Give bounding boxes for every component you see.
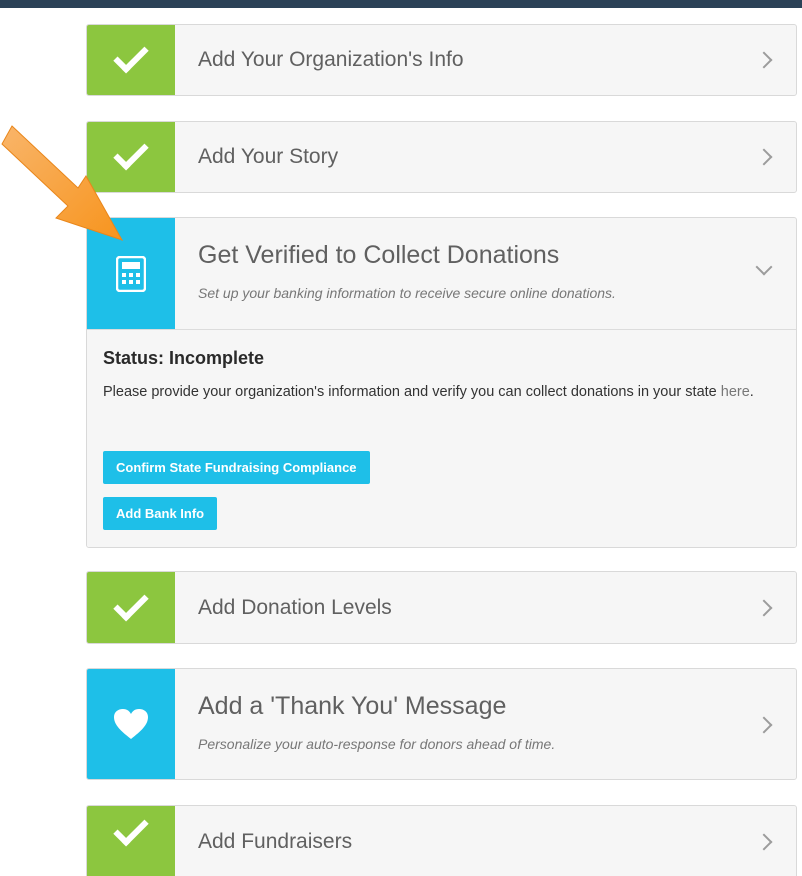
step-add-fundraisers[interactable]: Add Fundraisers [86, 805, 797, 876]
add-bank-info-button[interactable]: Add Bank Info [103, 497, 218, 530]
step-title: Add Your Story [198, 145, 339, 168]
step-title: Add a 'Thank You' Message [198, 692, 507, 720]
step-title: Add Your Organization's Info [198, 48, 464, 71]
check-icon [113, 585, 149, 621]
step-title: Add Donation Levels [198, 596, 392, 619]
chevron-right-icon[interactable] [755, 51, 773, 69]
chevron-down-icon[interactable] [755, 258, 773, 276]
step-title: Get Verified to Collect Donations [198, 241, 560, 269]
pointer-arrow-icon [1, 125, 124, 241]
step-status-complete [87, 806, 175, 876]
chevron-right-icon[interactable] [755, 716, 773, 734]
status-label: Status: Incomplete [103, 348, 265, 368]
status-description: Please provide your organization's infor… [103, 381, 773, 404]
step-get-verified: Get Verified to Collect Donations Set up… [86, 217, 797, 548]
step-status-complete [87, 25, 175, 95]
step-details: Status: Incomplete Please provide your o… [87, 329, 796, 547]
chevron-right-icon[interactable] [755, 833, 773, 851]
step-title: Add Fundraisers [198, 830, 353, 853]
top-bar [0, 0, 802, 8]
heart-icon [114, 709, 148, 739]
step-add-thank-you-message[interactable]: Add a 'Thank You' Message Personalize yo… [86, 668, 797, 780]
step-add-story[interactable]: Add Your Story [86, 121, 797, 193]
confirm-compliance-button[interactable]: Confirm State Fundraising Compliance [103, 451, 370, 484]
chevron-right-icon[interactable] [755, 599, 773, 617]
step-subtitle: Personalize your auto-response for donor… [198, 736, 556, 752]
description-text: Please provide your organization's infor… [103, 384, 721, 400]
step-status-complete [87, 572, 175, 643]
description-end: . [749, 384, 754, 400]
check-icon [113, 38, 149, 74]
step-status-pending [87, 669, 175, 779]
step-add-donation-levels[interactable]: Add Donation Levels [86, 571, 797, 644]
step-add-organization-info[interactable]: Add Your Organization's Info [86, 24, 797, 96]
here-link[interactable]: here [721, 384, 750, 400]
check-icon [113, 811, 149, 847]
calculator-icon [116, 255, 146, 292]
chevron-right-icon[interactable] [755, 148, 773, 166]
step-subtitle: Set up your banking information to recei… [198, 285, 616, 301]
